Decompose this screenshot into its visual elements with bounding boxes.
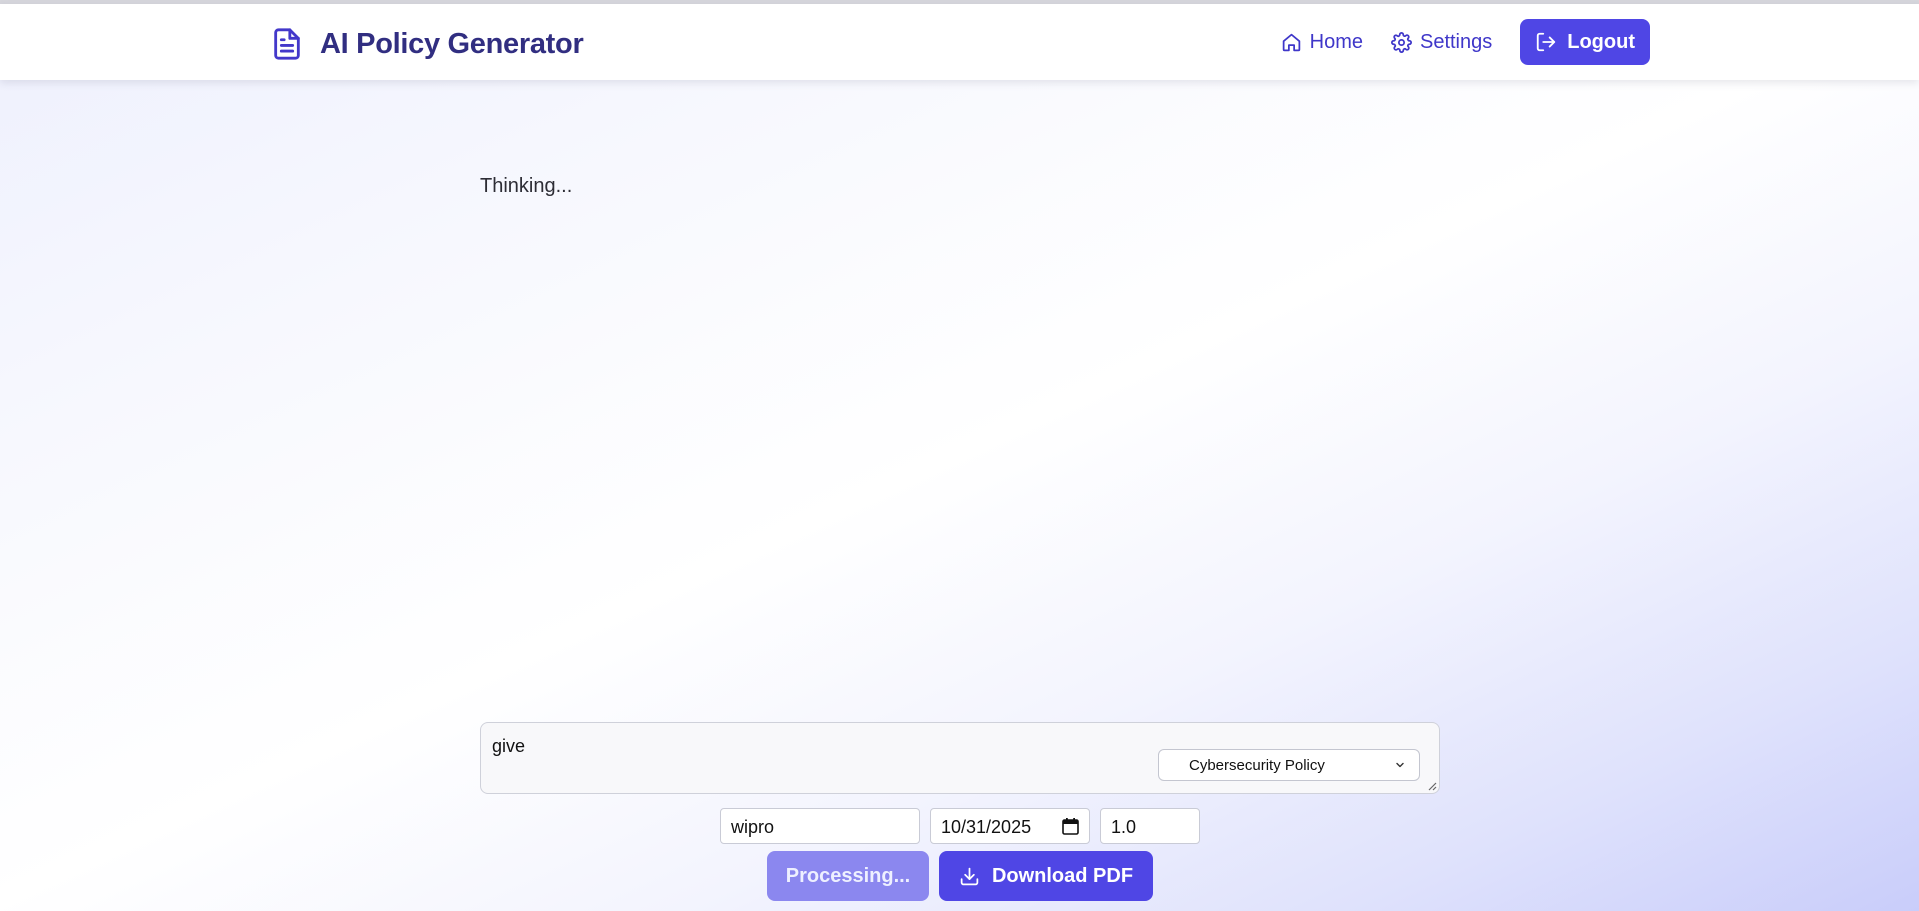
- resize-handle-icon[interactable]: [1427, 781, 1437, 791]
- logout-button[interactable]: Logout: [1520, 19, 1650, 65]
- policy-type-selected: Cybersecurity Policy: [1189, 757, 1325, 774]
- download-pdf-button[interactable]: Download PDF: [939, 851, 1153, 901]
- app-title: AI Policy Generator: [320, 27, 584, 60]
- processing-button[interactable]: Processing...: [767, 851, 929, 901]
- calendar-icon[interactable]: [1062, 817, 1079, 835]
- home-icon: [1282, 33, 1300, 51]
- download-pdf-label: Download PDF: [991, 864, 1134, 887]
- date-input[interactable]: 10/31/2025: [930, 808, 1090, 844]
- nav-home-label: Home: [1309, 30, 1363, 53]
- company-name-input[interactable]: wipro: [720, 808, 920, 844]
- document-icon: [274, 28, 300, 60]
- date-value: 10/31/2025: [941, 817, 1032, 837]
- nav-links: Home Settings Logout: [1281, 19, 1650, 65]
- version-value: 1.0: [1111, 817, 1137, 837]
- processing-label: Processing...: [785, 864, 911, 887]
- version-input[interactable]: 1.0: [1100, 808, 1200, 844]
- gear-icon: [1391, 31, 1412, 53]
- prompt-text-value: give: [492, 736, 526, 756]
- company-name-value: wipro: [731, 817, 775, 837]
- logout-label: Logout: [1567, 30, 1635, 53]
- top-navbar: AI Policy Generator Home Settings Logout: [0, 4, 1919, 80]
- assistant-status-text: Thinking...: [480, 175, 573, 197]
- download-icon: [960, 867, 979, 885]
- prompt-textarea[interactable]: give Cybersecurity Policy: [480, 722, 1440, 794]
- logout-icon: [1537, 32, 1556, 52]
- nav-settings-link[interactable]: Settings: [1391, 31, 1492, 54]
- chevron-down-icon: [1396, 762, 1404, 768]
- nav-settings-label: Settings: [1419, 30, 1493, 53]
- policy-type-select[interactable]: Cybersecurity Policy: [1158, 749, 1420, 781]
- nav-home-link[interactable]: Home: [1281, 31, 1363, 54]
- brand[interactable]: AI Policy Generator: [270, 24, 584, 64]
